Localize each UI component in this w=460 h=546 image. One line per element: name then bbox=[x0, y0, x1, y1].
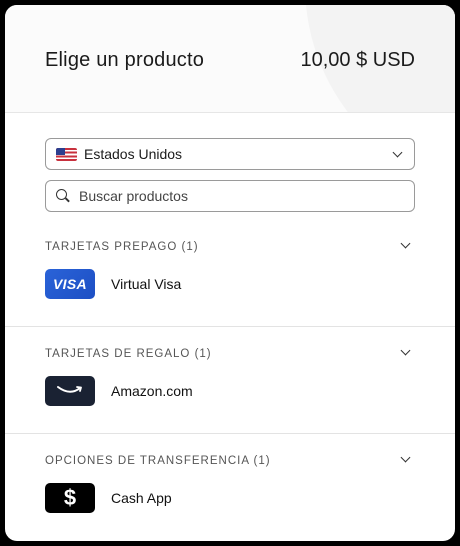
chevron-down-icon bbox=[392, 147, 403, 158]
product-item-cash-app[interactable]: $ Cash App bbox=[45, 483, 172, 513]
section-title: OPCIONES DE TRANSFERENCIA (1) bbox=[45, 455, 271, 467]
divider bbox=[5, 433, 455, 434]
dollar-sign-icon: $ bbox=[63, 485, 77, 510]
product-label: Cash App bbox=[111, 490, 172, 506]
cash-app-logo: $ bbox=[45, 483, 95, 513]
chevron-down-icon[interactable] bbox=[400, 345, 411, 356]
product-picker-card: Elige un producto 10,00 $ USD Estados Un… bbox=[5, 5, 455, 541]
product-label: Amazon.com bbox=[111, 383, 193, 399]
search-input[interactable] bbox=[79, 188, 379, 204]
visa-logo: VISA bbox=[45, 269, 95, 299]
country-select-value: Estados Unidos bbox=[84, 146, 183, 162]
visa-logo-text: VISA bbox=[53, 276, 87, 292]
section-transfer-options: OPCIONES DE TRANSFERENCIA (1) $ Cash App bbox=[5, 449, 455, 539]
divider bbox=[5, 326, 455, 327]
section-gift-cards: TARJETAS DE REGALO (1) Amazon.com bbox=[5, 342, 455, 432]
amazon-smile-icon bbox=[57, 386, 82, 393]
price-amount: 10,00 $ USD bbox=[300, 49, 415, 71]
section-prepaid-cards: TARJETAS PREPAGO (1) VISA Virtual Visa bbox=[5, 235, 455, 325]
product-item-amazon[interactable]: Amazon.com bbox=[45, 376, 193, 406]
search-icon bbox=[56, 189, 70, 203]
amazon-logo bbox=[45, 376, 95, 406]
us-flag-icon bbox=[56, 147, 77, 161]
section-title: TARJETAS PREPAGO (1) bbox=[45, 241, 199, 253]
page-title: Elige un producto bbox=[45, 49, 205, 71]
product-label: Virtual Visa bbox=[111, 276, 182, 292]
header: Elige un producto 10,00 $ USD bbox=[5, 5, 455, 113]
chevron-down-icon[interactable] bbox=[400, 238, 411, 249]
chevron-down-icon[interactable] bbox=[400, 452, 411, 463]
section-title: TARJETAS DE REGALO (1) bbox=[45, 348, 212, 360]
country-select[interactable]: Estados Unidos bbox=[45, 138, 415, 170]
search-box[interactable] bbox=[45, 180, 415, 212]
product-item-virtual-visa[interactable]: VISA Virtual Visa bbox=[45, 269, 181, 299]
